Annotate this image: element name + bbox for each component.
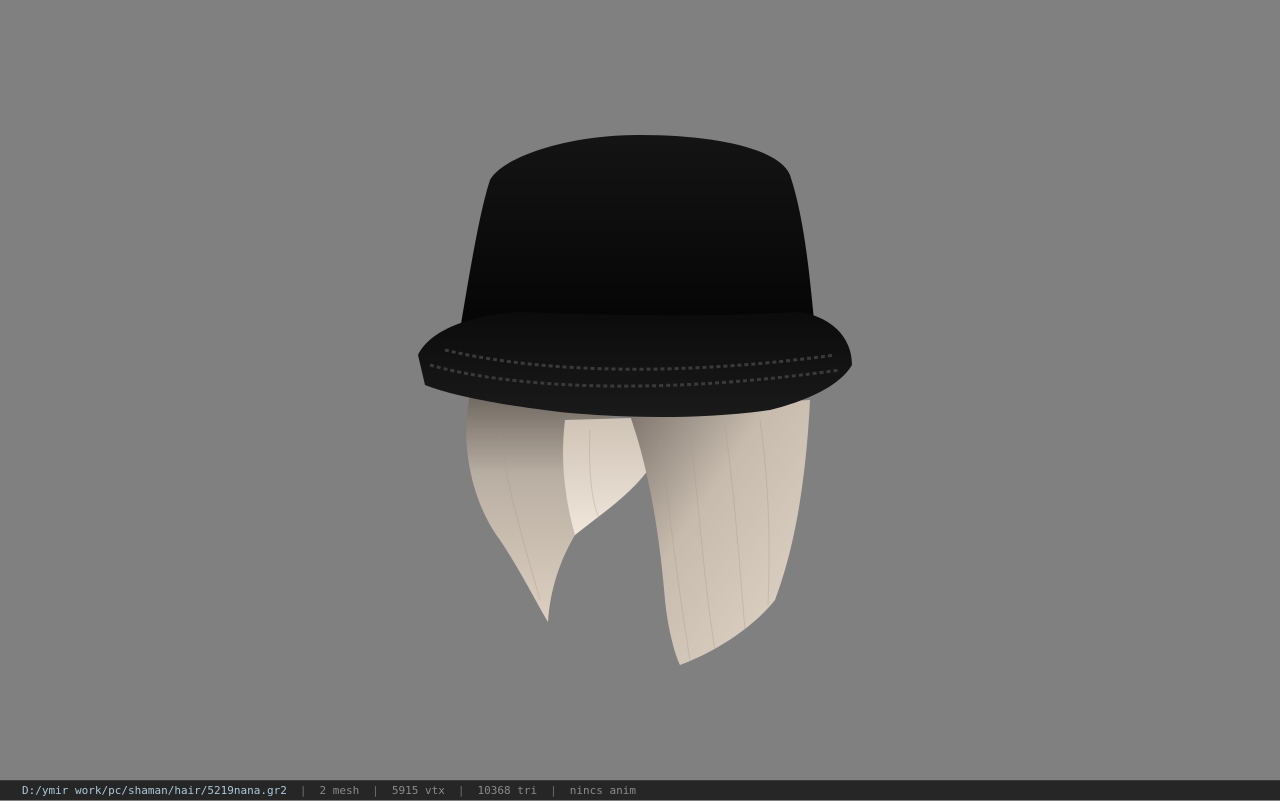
separator: | xyxy=(457,784,465,797)
hair-hat-3d-model xyxy=(418,135,852,665)
triangle-count: 10368 tri xyxy=(477,784,538,797)
mesh-count: 2 mesh xyxy=(319,784,360,797)
model-viewport[interactable] xyxy=(0,0,1280,780)
separator: | xyxy=(299,784,307,797)
status-bar: D:/ymir work/pc/shaman/hair/5219nana.gr2… xyxy=(0,780,1280,800)
hat-crown xyxy=(460,135,815,330)
vertex-count: 5915 vtx xyxy=(391,784,445,797)
animation-status: nincs anim xyxy=(569,784,636,797)
file-path: D:/ymir work/pc/shaman/hair/5219nana.gr2 xyxy=(22,784,287,797)
separator: | xyxy=(550,784,557,797)
hair-middle-strand xyxy=(563,418,648,535)
separator: | xyxy=(372,784,379,797)
hair-right-strand xyxy=(628,400,810,665)
